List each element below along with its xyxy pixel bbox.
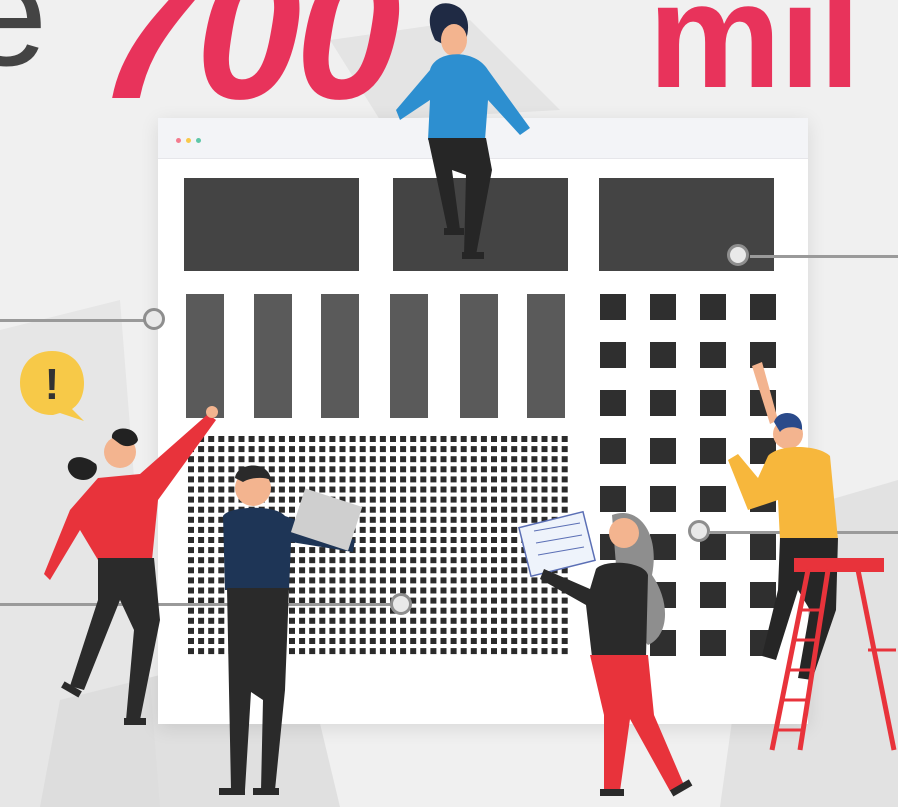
- grid-square: [750, 294, 776, 320]
- column-bar: [460, 294, 498, 418]
- grid-square: [600, 294, 626, 320]
- callout-marker: [143, 308, 165, 330]
- grid-square: [600, 390, 626, 416]
- woman-red-hoodie-figure: [44, 406, 218, 725]
- callout-marker: [390, 593, 412, 615]
- grid-square: [650, 294, 676, 320]
- headline-left-fragment: e: [0, 0, 48, 97]
- callout-marker: [727, 244, 749, 266]
- window-dot-close: [176, 138, 181, 143]
- window-dot-minimize: [186, 138, 191, 143]
- grid-square: [650, 438, 676, 464]
- column-bar: [390, 294, 428, 418]
- grid-square: [650, 390, 676, 416]
- callout-line: [750, 255, 898, 258]
- grid-square: [600, 438, 626, 464]
- window-dot-maximize: [196, 138, 201, 143]
- man-with-tablet-figure: [219, 465, 363, 795]
- column-bar: [321, 294, 359, 418]
- callout-line: [0, 319, 152, 322]
- column-bar: [254, 294, 292, 418]
- woman-with-sketch-figure: [518, 510, 693, 797]
- grid-square: [700, 294, 726, 320]
- man-on-ladder-figure: [728, 362, 897, 751]
- headline-number: 700: [96, 0, 401, 139]
- grid-square: [650, 342, 676, 368]
- grid-square: [600, 342, 626, 368]
- sitting-woman-figure: [396, 3, 530, 259]
- large-block: [184, 178, 359, 271]
- column-bar: [527, 294, 565, 418]
- headline-unit: mil: [648, 0, 861, 119]
